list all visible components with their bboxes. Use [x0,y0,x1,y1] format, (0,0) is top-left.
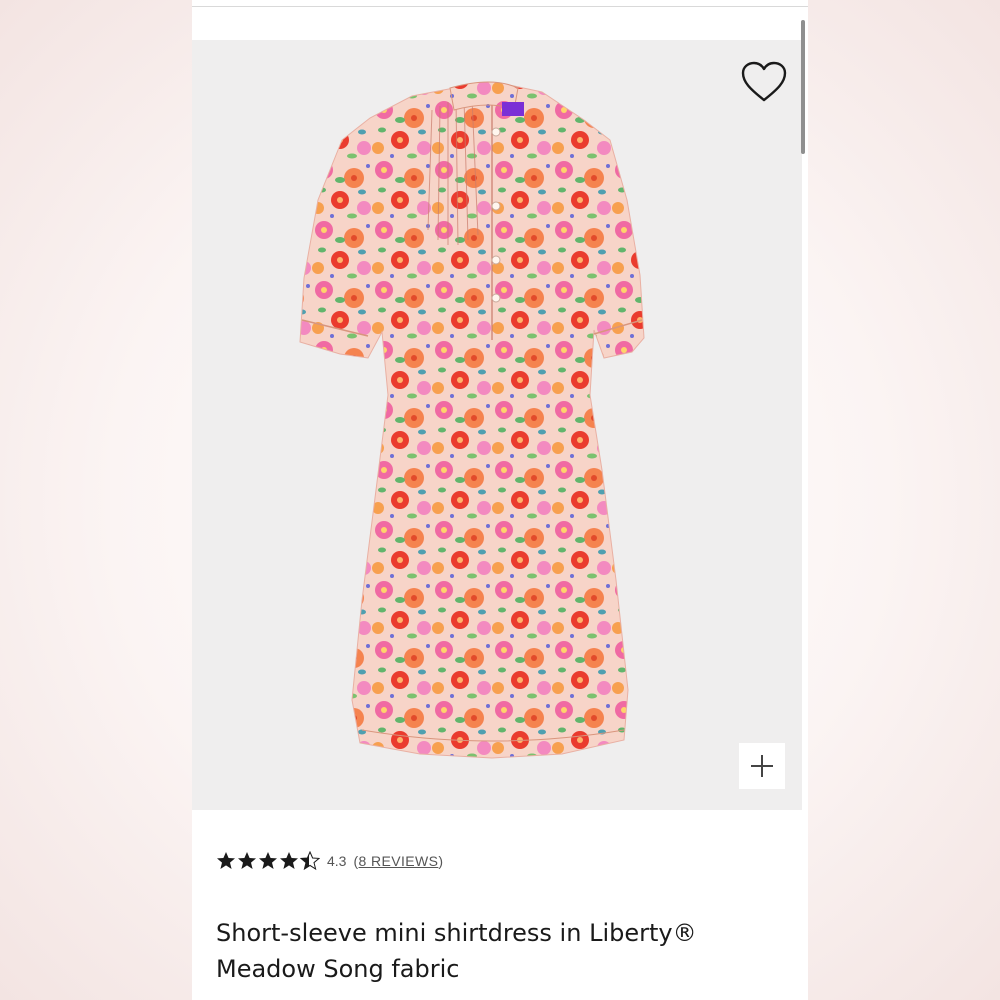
favorite-button[interactable] [740,60,788,104]
scrollbar[interactable] [801,20,805,154]
star-full-icon [280,852,298,869]
reviews-link[interactable]: 8 REVIEWS [359,853,439,869]
plus-icon [751,755,773,777]
rating-value: 4.3 [327,853,347,869]
zoom-button[interactable] [739,743,785,789]
star-partial-icon [300,851,320,871]
heart-outline-icon [741,61,787,102]
product-title: Short-sleeve mini shirtdress in Liberty®… [216,919,697,984]
product-image-area[interactable] [192,40,802,810]
star-full-icon [217,852,235,869]
star-full-icon [259,852,277,869]
top-divider [192,6,808,7]
product-image [299,81,645,759]
product-page: 4.3 (8 REVIEWS) Short-sleeve mini shirtd… [192,0,808,1000]
rating-summary: 4.3 (8 REVIEWS) [216,851,443,871]
star-rating [216,851,321,871]
star-full-icon [238,852,256,869]
reviews-link-wrapper: (8 REVIEWS) [353,853,444,869]
